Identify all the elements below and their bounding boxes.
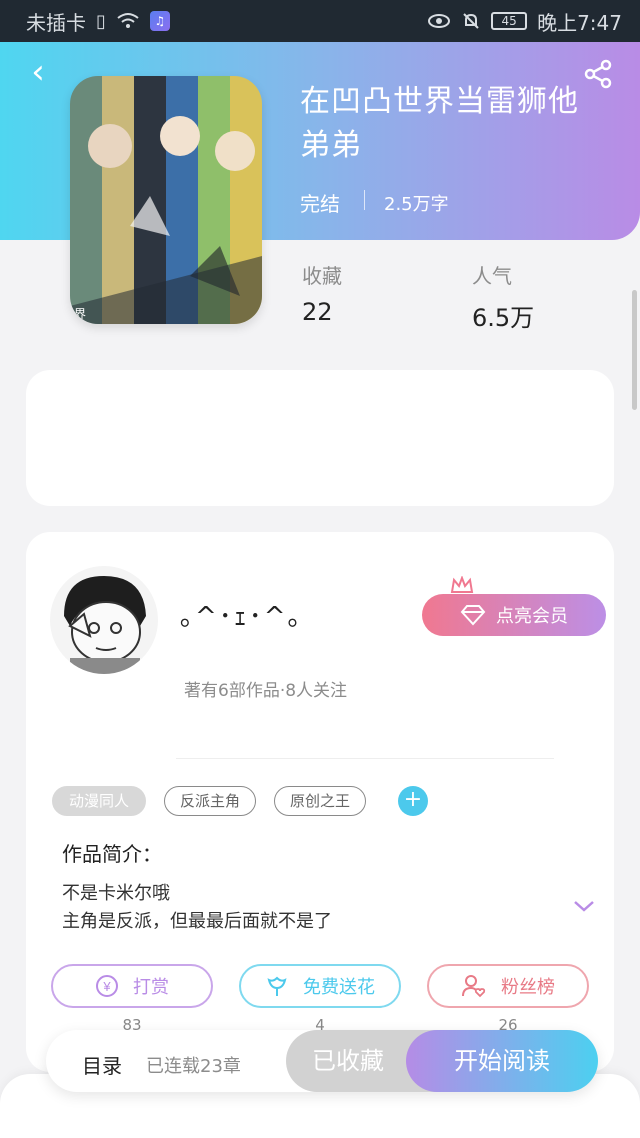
yen-coin-icon: ¥ <box>96 975 118 997</box>
wifi-icon <box>117 13 139 28</box>
intro-line: 主角是反派，但最最后面就不是了 <box>62 911 332 932</box>
popularity-value: 6.5万 <box>472 304 535 332</box>
book-cover[interactable]: 界 <box>70 76 262 324</box>
bell-muted-icon <box>463 13 479 29</box>
author-avatar[interactable] <box>50 566 158 674</box>
favorites-value: 22 <box>302 298 333 326</box>
tag-item[interactable]: 动漫同人 <box>52 786 146 816</box>
back-button[interactable]: ‹ <box>24 55 52 89</box>
tag-item[interactable]: 反派主角 <box>164 786 256 816</box>
chapter-count: 已连载23章 <box>146 1056 241 1077</box>
diamond-icon <box>460 605 486 626</box>
member-button[interactable]: 点亮会员 <box>422 594 606 636</box>
reward-label: 打赏 <box>133 977 169 998</box>
book-status: 完结 <box>300 192 340 216</box>
clock-text: 晚上7:47 <box>537 10 622 35</box>
scrollbar[interactable] <box>632 290 637 410</box>
status-bar: 未插卡 ▯ ♫ 45 晚上7:47 <box>0 0 640 42</box>
carrier-text: 未插卡 <box>26 10 86 35</box>
add-tag-button[interactable]: + <box>398 786 428 816</box>
card-divider <box>176 758 554 759</box>
battery-icon: 45 <box>491 12 528 30</box>
send-flower-button[interactable]: 免费送花 <box>239 964 401 1008</box>
reward-button[interactable]: ¥ 打赏 <box>51 964 213 1008</box>
fan-ranking-button[interactable]: 粉丝榜 <box>427 964 589 1008</box>
member-button-label: 点亮会员 <box>496 606 568 627</box>
author-name[interactable]: ｡^･ｪ･^｡ <box>180 596 303 633</box>
status-divider <box>364 190 365 210</box>
avatar-image <box>50 566 158 674</box>
chevron-down-icon[interactable] <box>572 896 596 916</box>
user-heart-icon <box>462 975 486 998</box>
table-of-contents-button[interactable]: 目录 <box>82 1050 122 1079</box>
author-meta: 著有6部作品·8人关注 <box>184 681 348 701</box>
book-title: 在凹凸世界当雷狮他弟弟 <box>300 84 579 163</box>
sim-alert-icon: ▯ <box>96 10 106 32</box>
svg-text:¥: ¥ <box>102 979 111 994</box>
ad-placeholder-card <box>26 370 614 506</box>
intro-text: 不是卡米尔哦 主角是反派，但最最后面就不是了 <box>62 880 332 936</box>
flower-icon <box>267 976 287 996</box>
tag-item[interactable]: 原创之王 <box>274 786 366 816</box>
status-right: 45 晚上7:47 <box>427 7 622 36</box>
start-reading-button[interactable]: 开始阅读 <box>406 1030 598 1092</box>
intro-label: 作品简介： <box>62 842 162 866</box>
popularity-label: 人气 <box>472 264 512 288</box>
music-app-icon: ♫ <box>149 11 170 31</box>
fan-ranking-label: 粉丝榜 <box>501 977 555 998</box>
favorites-label: 收藏 <box>302 264 342 288</box>
cover-mark: 界 <box>74 307 87 321</box>
word-count: 2.5万字 <box>384 194 449 215</box>
cover-art <box>70 76 262 324</box>
status-left: 未插卡 ▯ ♫ <box>26 7 170 36</box>
crown-icon <box>450 576 474 593</box>
eye-icon <box>428 14 451 28</box>
send-flower-label: 免费送花 <box>303 977 375 998</box>
intro-line: 不是卡米尔哦 <box>62 883 170 904</box>
